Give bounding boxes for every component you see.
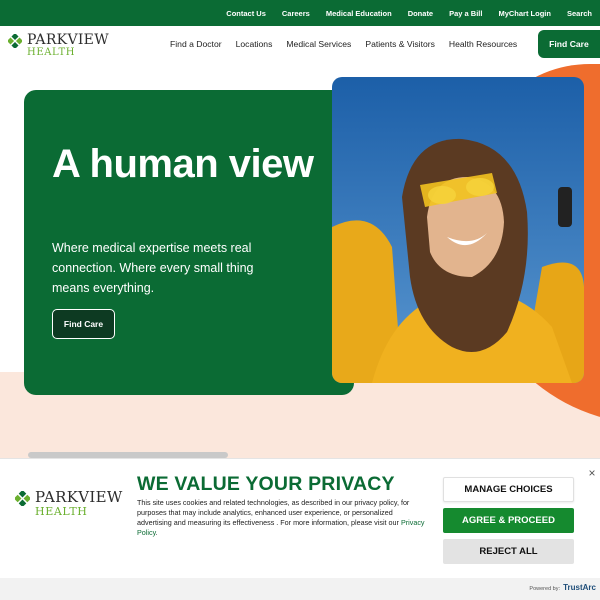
hero-subtitle: Where medical expertise meets real conne… [52,241,254,295]
nav-health-resources[interactable]: Health Resources [449,39,517,49]
main-nav: PARKVIEW HEALTH Find a Doctor Locations … [0,26,600,62]
consent-body-text: This site uses cookies and related techn… [137,498,410,527]
utility-link-pay-a-bill[interactable]: Pay a Bill [449,9,482,18]
hero-photo [332,77,584,383]
manage-choices-button[interactable]: MANAGE CHOICES [443,477,574,502]
parkview-logo-icon [15,491,30,506]
consent-logo-text-parkview: PARKVIEW [35,488,123,506]
powered-by-label: Powered by: [529,586,560,592]
utility-link-contact-us[interactable]: Contact Us [226,9,266,18]
hero-find-care-button[interactable]: Find Care [52,309,115,339]
logo-text-health: HEALTH [27,47,76,58]
page: Contact Us Careers Medical Education Don… [0,0,600,600]
consent-title: WE VALUE YOUR PRIVACY [137,473,395,495]
logo-text-parkview: PARKVIEW [27,32,109,48]
utility-bar: Contact Us Careers Medical Education Don… [0,0,600,26]
privacy-consent-banner: PARKVIEW HEALTH WE VALUE YOUR PRIVACY Th… [0,458,600,578]
smiling-woman-image [332,77,584,383]
consent-logo: PARKVIEW HEALTH [15,490,123,518]
find-care-header-button[interactable]: Find Care [538,30,600,58]
utility-link-donate[interactable]: Donate [408,9,433,18]
trustarc-logo[interactable]: TrustArc [563,583,596,592]
utility-link-mychart-login[interactable]: MyChart Login [498,9,551,18]
primary-nav-links: Find a Doctor Locations Medical Services… [170,26,531,62]
logo[interactable]: PARKVIEW HEALTH [8,33,109,58]
hero-title: A human view [52,142,314,186]
utility-link-medical-education[interactable]: Medical Education [326,9,392,18]
reject-all-button[interactable]: REJECT ALL [443,539,574,564]
consent-body: This site uses cookies and related techn… [137,498,429,538]
nav-patients-visitors[interactable]: Patients & Visitors [365,39,435,49]
nav-medical-services[interactable]: Medical Services [286,39,351,49]
close-icon[interactable]: × [586,467,598,479]
nav-locations[interactable]: Locations [236,39,273,49]
consent-body-suffix: . [155,528,158,537]
agree-proceed-button[interactable]: AGREE & PROCEED [443,508,574,533]
utility-link-careers[interactable]: Careers [282,9,310,18]
parkview-logo-icon [8,34,22,48]
nav-find-a-doctor[interactable]: Find a Doctor [170,39,222,49]
utility-link-search[interactable]: Search [567,9,592,18]
powered-by-bar: Powered by: TrustArc [0,578,600,600]
consent-logo-text-health: HEALTH [35,505,88,518]
